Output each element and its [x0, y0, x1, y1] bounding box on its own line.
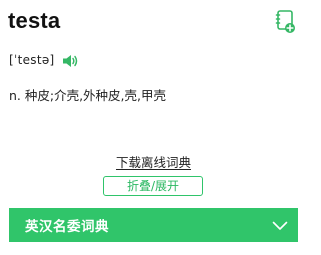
- collapse-expand-button[interactable]: 折叠/展开: [103, 176, 203, 196]
- dictionary-section-title: 英汉名委词典: [25, 219, 109, 235]
- speaker-icon[interactable]: [62, 53, 79, 67]
- add-to-wordbook-icon[interactable]: [275, 9, 297, 35]
- definition-text: n. 种皮;介壳,外种皮,壳,甲壳: [9, 88, 167, 103]
- chevron-down-icon: [272, 216, 288, 235]
- download-offline-dictionary-link[interactable]: 下载离线词典: [0, 155, 307, 170]
- dictionary-section-header[interactable]: 英汉名委词典: [9, 208, 298, 242]
- phonetic-transcription: [ˈtestə]: [9, 53, 55, 67]
- pronunciation-row: [ˈtestə]: [9, 52, 79, 68]
- headword: testa: [8, 8, 61, 33]
